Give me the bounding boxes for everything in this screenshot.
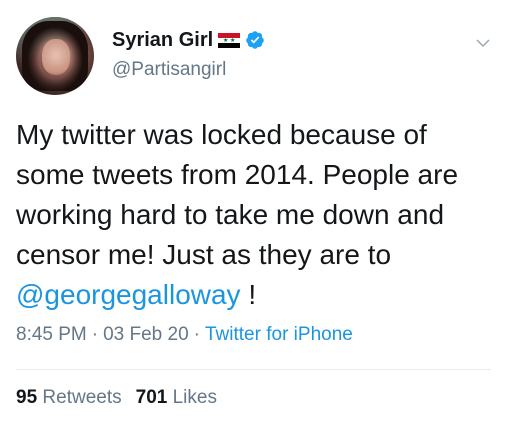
tweet-text-end: ! bbox=[240, 279, 257, 310]
verified-badge-icon bbox=[246, 31, 264, 49]
likes-label: Likes bbox=[172, 387, 217, 408]
retweets-label: Retweets bbox=[42, 387, 122, 408]
tweet-source-link[interactable]: Twitter for iPhone bbox=[205, 324, 353, 345]
avatar-face bbox=[42, 39, 70, 75]
meta-separator: · bbox=[193, 324, 200, 345]
author-handle[interactable]: @Partisangirl bbox=[112, 59, 226, 81]
avatar[interactable] bbox=[16, 17, 94, 95]
mention-link[interactable]: @georgegalloway bbox=[16, 279, 241, 310]
retweets-count: 95 bbox=[16, 387, 38, 408]
chevron-down-icon[interactable] bbox=[474, 34, 492, 52]
tweet-time[interactable]: 8:45 PM bbox=[16, 324, 87, 345]
author-name-row: Syrian Girl bbox=[112, 27, 265, 53]
syria-flag-icon bbox=[218, 32, 241, 48]
tweet-card: Syrian Girl @Partisangirl My twitter was… bbox=[0, 0, 507, 422]
tweet-date[interactable]: 03 Feb 20 bbox=[103, 324, 189, 345]
tweet-meta: 8:45 PM · 03 Feb 20 · Twitter for iPhone bbox=[16, 324, 353, 346]
likes-count: 701 bbox=[135, 387, 168, 408]
retweets-stat[interactable]: 95 Retweets bbox=[16, 387, 122, 408]
flag-black-stripe bbox=[218, 42, 241, 48]
likes-stat[interactable]: 701 Likes bbox=[136, 387, 217, 408]
tweet-text-main: My twitter was locked because of some tw… bbox=[16, 119, 459, 270]
divider bbox=[16, 369, 491, 370]
meta-separator: · bbox=[91, 324, 99, 345]
display-name[interactable]: Syrian Girl bbox=[112, 29, 213, 52]
tweet-stats: 95 Retweets 701 Likes bbox=[16, 387, 217, 409]
tweet-text: My twitter was locked because of some tw… bbox=[16, 115, 496, 315]
